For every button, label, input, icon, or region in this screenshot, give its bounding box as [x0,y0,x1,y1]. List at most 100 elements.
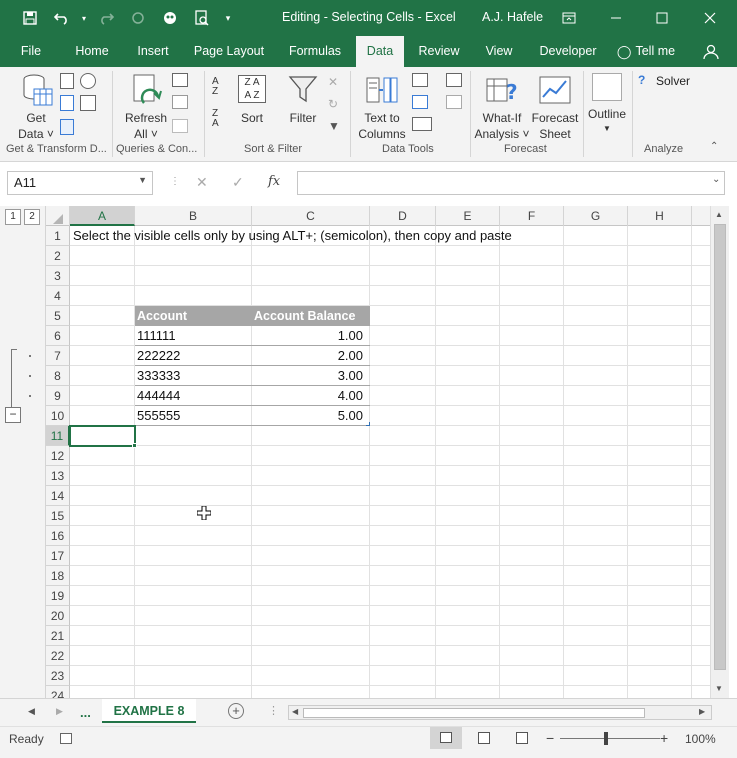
sheet-tab-example-8[interactable]: EXAMPLE 8 [102,699,196,723]
row-header-11[interactable]: 11 [46,426,70,446]
cell-account[interactable]: 333333 [137,366,180,386]
tab-formulas[interactable]: Formulas [280,36,350,67]
zoom-out-icon[interactable]: − [546,730,554,746]
table-header-balance[interactable]: Account Balance [254,306,355,326]
save-icon[interactable] [14,0,46,36]
outline-level-2-button[interactable]: 2 [24,209,40,225]
from-text-icon[interactable] [60,73,74,89]
scroll-sheets-left-icon[interactable]: ◀ [28,706,35,717]
column-header-g[interactable]: G [564,206,628,226]
table-resize-handle-icon[interactable] [366,422,370,426]
row-header-17[interactable]: 17 [46,546,70,566]
row-header-4[interactable]: 4 [46,286,70,306]
column-header-d[interactable]: D [370,206,436,226]
more-sheets-button[interactable]: ... [80,705,91,720]
row-header-8[interactable]: 8 [46,366,70,386]
row-header-22[interactable]: 22 [46,646,70,666]
cell-balance[interactable]: 3.00 [252,366,363,386]
row-header-23[interactable]: 23 [46,666,70,686]
row-header-2[interactable]: 2 [46,246,70,266]
user-name[interactable]: A.J. Hafele [482,10,543,24]
column-header-e[interactable]: E [436,206,500,226]
recent-sources-icon[interactable] [80,73,96,89]
chevron-down-icon[interactable]: ▼ [138,175,147,185]
vertical-scrollbar[interactable]: ▲ ▼ [710,206,729,698]
solver-button[interactable]: ? Solver [638,73,698,91]
existing-connections-icon[interactable] [80,95,96,111]
vertical-scroll-thumb[interactable] [714,224,726,670]
collapse-group-button[interactable]: − [5,407,21,423]
sort-button[interactable]: Z AA Z Sort [232,71,272,141]
row-header-19[interactable]: 19 [46,586,70,606]
expand-formula-bar-icon[interactable]: ⌄ [712,174,720,185]
outline-level-1-button[interactable]: 1 [5,209,21,225]
get-data-button[interactable]: Get Data ˅ [14,71,58,141]
from-table-icon[interactable] [60,119,74,135]
zoom-slider-thumb[interactable] [604,732,608,745]
sort-a-z-icon[interactable]: AZ [212,77,228,99]
tab-home[interactable]: Home [66,36,118,67]
refresh-all-button[interactable]: Refresh All ˅ [124,71,168,141]
column-header-h[interactable]: H [628,206,692,226]
tab-page-layout[interactable]: Page Layout [188,36,270,67]
customize-qat-icon[interactable]: ▾ [218,0,238,36]
queries-connections-icon[interactable] [172,73,188,87]
new-sheet-icon[interactable]: + [228,703,244,719]
outline-button[interactable]: Outline ▼ [586,71,628,141]
column-header-b[interactable]: B [135,206,252,226]
row-header-14[interactable]: 14 [46,486,70,506]
row-header-7[interactable]: 7 [46,346,70,366]
scroll-left-icon[interactable]: ◀ [292,707,298,716]
scroll-sheets-right-icon[interactable]: ▶ [56,706,63,717]
cell-balance[interactable]: 1.00 [252,326,363,346]
scroll-down-icon[interactable]: ▼ [715,684,723,693]
remove-duplicates-icon[interactable] [412,95,428,109]
row-header-18[interactable]: 18 [46,566,70,586]
column-header-c[interactable]: C [252,206,370,226]
row-header-5[interactable]: 5 [46,306,70,326]
cell-account[interactable]: 555555 [137,406,180,426]
row-header-24[interactable]: 24 [46,686,70,698]
from-web-icon[interactable] [60,95,74,111]
column-header-a[interactable]: A [70,206,135,226]
forecast-sheet-button[interactable]: Forecast Sheet [530,71,580,141]
sort-z-a-icon[interactable]: ZA [212,109,228,131]
collapse-ribbon-icon[interactable]: ⌃ [710,141,724,155]
minimize-icon[interactable] [593,0,639,36]
fill-handle[interactable] [132,443,137,448]
ribbon-display-options-icon[interactable] [546,0,592,36]
properties-icon[interactable] [172,95,188,109]
sheet-bar-grip-icon[interactable]: ⋮ [268,704,279,717]
zoom-in-icon[interactable]: + [660,730,668,746]
table-header-account[interactable]: Account [137,306,187,326]
tab-data[interactable]: Data [356,36,404,67]
name-box[interactable]: A11 ▼ [7,171,153,195]
row-header-3[interactable]: 3 [46,266,70,286]
horizontal-scroll-thumb[interactable] [303,708,645,718]
formula-input[interactable] [297,171,725,195]
row-header-16[interactable]: 16 [46,526,70,546]
column-header-i[interactable] [692,206,710,226]
maximize-icon[interactable] [639,0,685,36]
scroll-up-icon[interactable]: ▲ [715,210,723,219]
horizontal-scrollbar[interactable]: ◀ ▶ [288,705,712,720]
cell-account[interactable]: 444444 [137,386,180,406]
select-all-corner[interactable] [46,206,70,226]
tab-insert[interactable]: Insert [126,36,180,67]
cell-balance[interactable]: 2.00 [252,346,363,366]
selected-cell-a11[interactable] [69,425,136,447]
data-validation-icon[interactable] [412,117,432,131]
column-header-f[interactable]: F [500,206,564,226]
row-header-1[interactable]: 1 [46,226,70,246]
tab-developer[interactable]: Developer [532,36,604,67]
normal-view-button[interactable] [430,727,462,749]
tell-me-search[interactable]: ◯ Tell me [614,36,678,67]
macro-recording-icon[interactable] [60,733,72,744]
row-header-12[interactable]: 12 [46,446,70,466]
touch-mode-icon[interactable] [154,0,186,36]
what-if-analysis-button[interactable]: ? What-If Analysis ˅ [474,71,530,141]
scroll-right-icon[interactable]: ▶ [699,707,705,716]
row-header-21[interactable]: 21 [46,626,70,646]
filter-button[interactable]: Filter [282,71,324,141]
page-layout-view-icon[interactable] [478,732,490,744]
